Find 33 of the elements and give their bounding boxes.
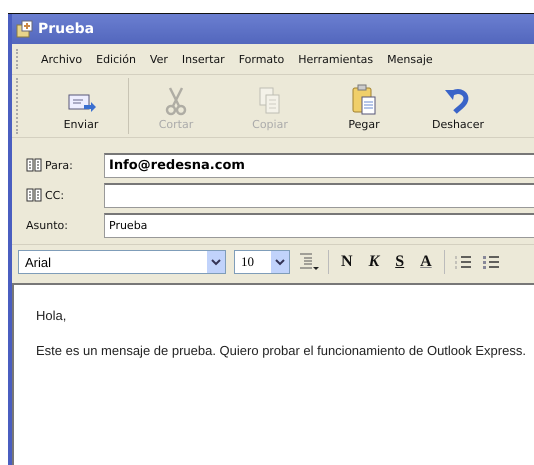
field-label: CC: [45,188,64,202]
menu-item[interactable]: Ver [142,52,175,66]
menu-item[interactable]: Formato [232,52,292,66]
menu-item[interactable]: Archivo [34,52,90,66]
menu-item[interactable]: Mensaje [380,52,440,66]
field-label: Para: [45,158,73,172]
menu-item[interactable]: Insertar [174,52,232,66]
format-button[interactable]: A [416,253,436,271]
chevron-down-icon [275,258,285,266]
input-field[interactable] [104,182,534,208]
field-label: Asunto: [26,218,68,232]
window-title: Prueba [38,21,94,37]
message-body[interactable]: Hola, Este es un mensaje de prueba. Quiero probar el funcionamiento de Outlook Express. [12,283,534,465]
toolbar-button[interactable]: Pegar [317,77,411,135]
paragraph-style-icon[interactable] [298,252,320,272]
format-button[interactable]: K [364,253,384,271]
format-button[interactable]: N [337,253,357,271]
numbered-list-icon[interactable] [452,253,473,271]
size-dropdown[interactable]: 10 [234,250,290,274]
format-button[interactable]: S [391,253,408,271]
bulleted-list-icon[interactable] [480,253,501,271]
address-book-icon[interactable] [26,188,42,202]
body-text: Hola, [36,307,68,325]
toolbar-button[interactable]: Deshacer [411,77,505,135]
input-field[interactable]: Info@redesna.com [104,152,534,178]
menu-item[interactable]: Herramientas [291,52,380,66]
input-field[interactable]: Prueba [104,212,534,238]
chevron-down-icon [211,258,221,266]
toolbar-button[interactable]: Enviar [34,77,128,135]
body-text: Este es un mensaje de prueba. Quiero probar el funcionamiento de Outlook Express. [36,342,527,360]
menu-item[interactable]: Edición [89,52,143,66]
address-book-icon[interactable] [26,158,42,172]
font-dropdown[interactable]: Arial [18,250,226,274]
